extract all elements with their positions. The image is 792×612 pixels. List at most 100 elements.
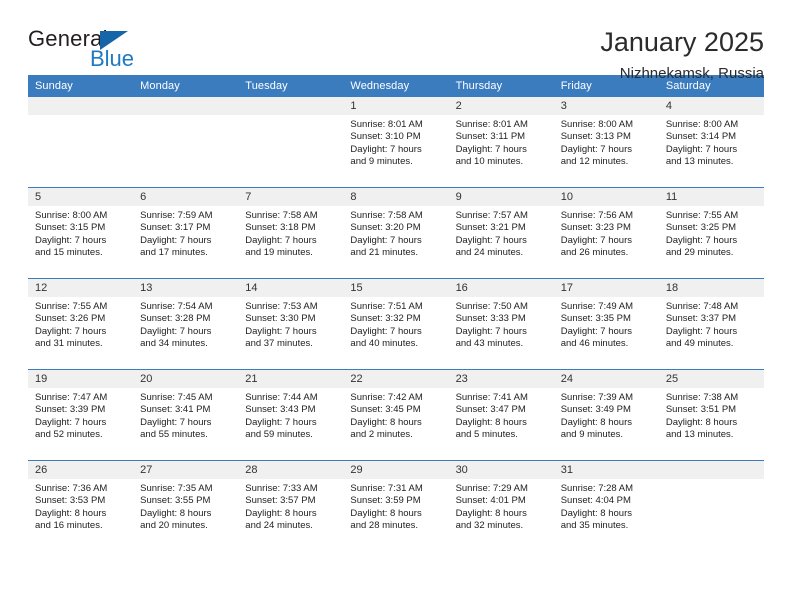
calendar-day-cell[interactable]: 30 Sunrise: 7:29 AM Sunset: 4:01 PM Dayligh… — [448, 460, 554, 551]
calendar-day-cell[interactable]: 2 Sunrise: 8:01 AM Sunset: 3:11 PM Daylight… — [448, 97, 554, 188]
calendar-day-cell[interactable]: 17 Sunrise: 7:49 AM Sunset: 3:35 PM Dayligh… — [553, 278, 659, 370]
day-number: 15 — [343, 279, 449, 297]
daylight-duration-line2: and 31 minutes. — [35, 338, 103, 350]
day-details: Sunrise: 7:51 AM Sunset: 3:32 PM Daylight:… — [343, 297, 448, 351]
day-number — [658, 461, 764, 479]
daylight-duration-line1: Daylight: 7 hours — [140, 234, 212, 246]
day-number: 26 — [28, 461, 134, 479]
sunrise-time: Sunrise: 7:58 AM — [350, 210, 423, 221]
daylight-duration-line1: Daylight: 8 hours — [560, 416, 632, 428]
sunset-time: Sunset: 3:47 PM — [455, 404, 526, 416]
day-number: 16 — [448, 279, 554, 297]
daylight-duration-line2: and 9 minutes. — [560, 429, 624, 441]
daylight-duration-line1: Daylight: 8 hours — [560, 507, 632, 519]
calendar-day-cell[interactable]: 25 Sunrise: 7:38 AM Sunset: 3:51 PM Dayligh… — [658, 369, 764, 461]
day-number: 28 — [238, 461, 344, 479]
sunset-time: Sunset: 3:57 PM — [245, 495, 316, 507]
weekday-header-thursday: Thursday — [448, 75, 554, 97]
calendar-day-cell[interactable]: 15 Sunrise: 7:51 AM Sunset: 3:32 PM Dayligh… — [343, 278, 449, 370]
sunset-time: Sunset: 3:26 PM — [35, 313, 106, 325]
calendar-day-cell[interactable]: 4 Sunrise: 8:00 AM Sunset: 3:14 PM Daylight… — [658, 97, 764, 188]
sunrise-time: Sunrise: 8:00 AM — [665, 119, 739, 130]
sunset-time: Sunset: 3:28 PM — [140, 313, 211, 325]
calendar-day-cell[interactable]: 12 Sunrise: 7:55 AM Sunset: 3:26 PM Dayligh… — [28, 278, 134, 370]
calendar-day-cell[interactable]: 31 Sunrise: 7:28 AM Sunset: 4:04 PM Dayligh… — [553, 460, 659, 551]
calendar-day-cell[interactable]: 29 Sunrise: 7:31 AM Sunset: 3:59 PM Dayligh… — [343, 460, 449, 551]
daylight-duration-line2: and 13 minutes. — [665, 429, 734, 441]
calendar-day-cell[interactable]: 3 Sunrise: 8:00 AM Sunset: 3:13 PM Daylight… — [553, 97, 659, 188]
day-number: 31 — [553, 461, 659, 479]
day-number: 23 — [448, 370, 554, 388]
day-details: Sunrise: 8:01 AM Sunset: 3:11 PM Daylight:… — [449, 115, 554, 169]
calendar-day-cell[interactable]: 28 Sunrise: 7:33 AM Sunset: 3:57 PM Dayligh… — [238, 460, 344, 551]
daylight-duration-line2: and 28 minutes. — [350, 520, 419, 532]
daylight-duration-line2: and 26 minutes. — [560, 247, 629, 259]
calendar-day-cell[interactable]: 21 Sunrise: 7:44 AM Sunset: 3:43 PM Dayligh… — [238, 369, 344, 461]
sunset-time: Sunset: 3:17 PM — [140, 222, 211, 234]
calendar-day-cell[interactable]: 22 Sunrise: 7:42 AM Sunset: 3:45 PM Dayligh… — [343, 369, 449, 461]
daylight-duration-line1: Daylight: 7 hours — [665, 325, 738, 337]
day-details: Sunrise: 7:59 AM Sunset: 3:17 PM Daylight:… — [133, 206, 238, 260]
calendar-day-cell[interactable]: 5 Sunrise: 8:00 AM Sunset: 3:15 PM Daylight… — [28, 187, 134, 279]
calendar-day-cell[interactable]: 20 Sunrise: 7:45 AM Sunset: 3:41 PM Dayligh… — [133, 369, 239, 461]
day-cell-inner: 13 Sunrise: 7:54 AM Sunset: 3:28 PM Dayligh… — [133, 279, 239, 369]
calendar-day-cell[interactable]: 7 Sunrise: 7:58 AM Sunset: 3:18 PM Daylight… — [238, 187, 344, 279]
sunrise-time: Sunrise: 7:58 AM — [245, 210, 318, 221]
day-number: 24 — [553, 370, 659, 388]
sunrise-time: Sunrise: 7:31 AM — [350, 483, 423, 494]
daylight-duration-line2: and 29 minutes. — [665, 247, 734, 259]
sunset-time: Sunset: 3:37 PM — [665, 313, 737, 325]
daylight-duration-line1: Daylight: 7 hours — [35, 234, 107, 246]
day-number: 21 — [238, 370, 344, 388]
sunrise-time: Sunrise: 7:53 AM — [245, 301, 318, 312]
sunrise-time: Sunrise: 7:45 AM — [140, 392, 213, 403]
sunset-time: Sunset: 3:13 PM — [560, 131, 631, 143]
calendar-day-cell[interactable]: 10 Sunrise: 7:56 AM Sunset: 3:23 PM Dayligh… — [553, 187, 659, 279]
daylight-duration-line1: Daylight: 8 hours — [35, 507, 107, 519]
sunrise-time: Sunrise: 7:57 AM — [455, 210, 528, 221]
daylight-duration-line2: and 13 minutes. — [665, 156, 734, 168]
sunrise-time: Sunrise: 7:41 AM — [455, 392, 528, 403]
sunrise-time: Sunrise: 8:01 AM — [350, 119, 423, 130]
calendar-week-row: 19 Sunrise: 7:47 AM Sunset: 3:39 PM Dayligh… — [28, 369, 764, 461]
daylight-duration-line1: Daylight: 7 hours — [35, 325, 107, 337]
daylight-duration-line2: and 52 minutes. — [35, 429, 103, 441]
calendar-day-cell[interactable]: 11 Sunrise: 7:55 AM Sunset: 3:25 PM Dayligh… — [658, 187, 764, 279]
day-details: Sunrise: 7:55 AM Sunset: 3:26 PM Daylight:… — [28, 297, 133, 351]
calendar-day-cell[interactable]: 18 Sunrise: 7:48 AM Sunset: 3:37 PM Dayligh… — [658, 278, 764, 370]
calendar-day-cell[interactable]: 26 Sunrise: 7:36 AM Sunset: 3:53 PM Dayligh… — [28, 460, 134, 551]
day-details: Sunrise: 7:36 AM Sunset: 3:53 PM Daylight:… — [28, 479, 133, 533]
sunset-time: Sunset: 3:59 PM — [350, 495, 421, 507]
sunset-time: Sunset: 3:51 PM — [665, 404, 737, 416]
calendar-day-cell[interactable]: 8 Sunrise: 7:58 AM Sunset: 3:20 PM Daylight… — [343, 187, 449, 279]
calendar-day-cell[interactable]: 13 Sunrise: 7:54 AM Sunset: 3:28 PM Dayligh… — [133, 278, 239, 370]
day-number: 25 — [658, 370, 764, 388]
calendar-day-cell[interactable]: 6 Sunrise: 7:59 AM Sunset: 3:17 PM Daylight… — [133, 187, 239, 279]
calendar-day-cell[interactable]: 1 Sunrise: 8:01 AM Sunset: 3:10 PM Daylight… — [343, 97, 449, 188]
daylight-duration-line1: Daylight: 7 hours — [560, 234, 632, 246]
day-cell-inner: 11 Sunrise: 7:55 AM Sunset: 3:25 PM Dayligh… — [658, 188, 764, 278]
calendar-day-cell[interactable]: 27 Sunrise: 7:35 AM Sunset: 3:55 PM Dayligh… — [133, 460, 239, 551]
calendar-day-cell[interactable]: 19 Sunrise: 7:47 AM Sunset: 3:39 PM Dayligh… — [28, 369, 134, 461]
calendar-day-cell[interactable]: 14 Sunrise: 7:53 AM Sunset: 3:30 PM Dayligh… — [238, 278, 344, 370]
day-cell-inner: 14 Sunrise: 7:53 AM Sunset: 3:30 PM Dayligh… — [238, 279, 344, 369]
day-number: 8 — [343, 188, 449, 206]
sunset-time: Sunset: 3:43 PM — [245, 404, 316, 416]
day-number: 7 — [238, 188, 344, 206]
day-details: Sunrise: 7:35 AM Sunset: 3:55 PM Daylight:… — [133, 479, 238, 533]
day-details: Sunrise: 7:58 AM Sunset: 3:20 PM Daylight:… — [343, 206, 448, 260]
calendar-day-cell[interactable]: 24 Sunrise: 7:39 AM Sunset: 3:49 PM Dayligh… — [553, 369, 659, 461]
calendar-day-cell[interactable]: 16 Sunrise: 7:50 AM Sunset: 3:33 PM Dayligh… — [448, 278, 554, 370]
daylight-duration-line2: and 49 minutes. — [665, 338, 734, 350]
calendar-day-cell[interactable]: 23 Sunrise: 7:41 AM Sunset: 3:47 PM Dayligh… — [448, 369, 554, 461]
sunrise-time: Sunrise: 7:38 AM — [665, 392, 739, 403]
daylight-duration-line2: and 16 minutes. — [35, 520, 103, 532]
day-details: Sunrise: 8:00 AM Sunset: 3:13 PM Daylight:… — [554, 115, 659, 169]
day-cell-inner: 29 Sunrise: 7:31 AM Sunset: 3:59 PM Dayligh… — [343, 461, 449, 551]
daylight-duration-line2: and 12 minutes. — [560, 156, 629, 168]
sunset-time: Sunset: 3:25 PM — [665, 222, 737, 234]
day-details: Sunrise: 7:38 AM Sunset: 3:51 PM Daylight:… — [659, 388, 764, 442]
calendar-day-cell[interactable]: 9 Sunrise: 7:57 AM Sunset: 3:21 PM Daylight… — [448, 187, 554, 279]
sunrise-time: Sunrise: 7:44 AM — [245, 392, 318, 403]
sunrise-time: Sunrise: 8:01 AM — [455, 119, 528, 130]
